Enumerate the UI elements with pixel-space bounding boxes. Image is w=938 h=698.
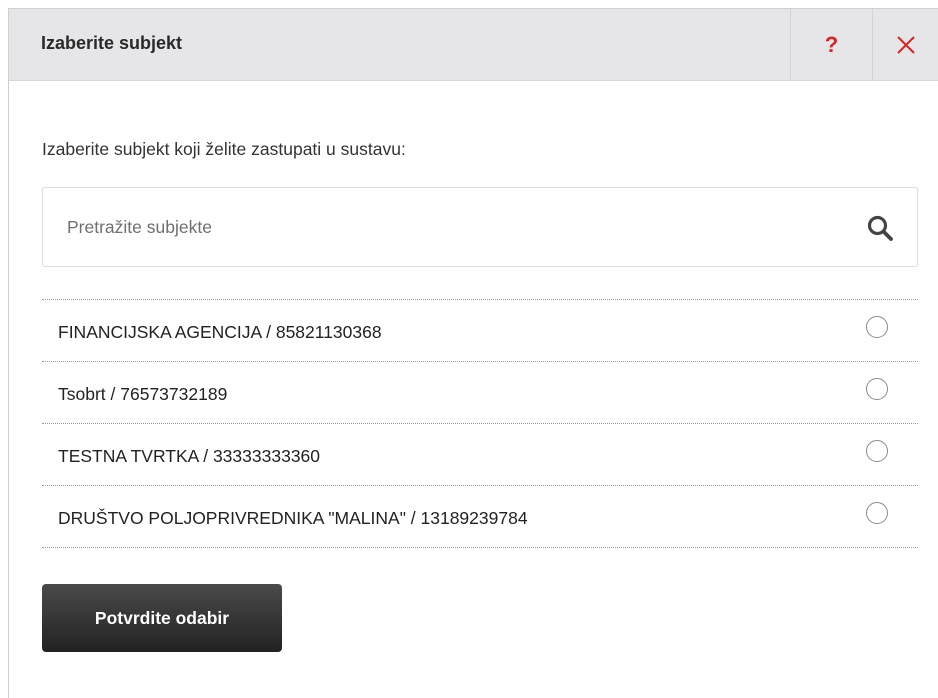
dialog-header: Izaberite subjekt ? (9, 9, 938, 81)
intro-text: Izaberite subjekt koji želite zastupati … (42, 139, 406, 159)
search-icon[interactable] (866, 214, 894, 242)
search-box (42, 187, 918, 267)
subject-radio[interactable] (866, 502, 888, 524)
close-icon (896, 36, 915, 54)
subject-radio[interactable] (866, 440, 888, 462)
subject-label: TESTNA TVRTKA / 33333333360 (58, 446, 321, 466)
subject-row-drustvo-poljoprivrednika[interactable]: DRUŠTVO POLJOPRIVREDNIKA "MALINA" / 1318… (42, 486, 918, 548)
subject-label: FINANCIJSKA AGENCIJA / 85821130368 (58, 322, 382, 342)
close-button[interactable] (872, 9, 938, 81)
select-subject-dialog: Izaberite subjekt ? Izaberite subjekt ko… (8, 8, 938, 698)
subject-radio[interactable] (866, 378, 888, 400)
search-input[interactable] (67, 188, 847, 266)
subject-row-tsobrt[interactable]: Tsobrt / 76573732189 (42, 362, 918, 424)
subject-label: Tsobrt / 76573732189 (58, 384, 228, 404)
subject-row-testna-tvrtka[interactable]: TESTNA TVRTKA / 33333333360 (42, 424, 918, 486)
confirm-selection-button[interactable]: Potvrdite odabir (42, 584, 282, 652)
subject-row-financijska-agencija[interactable]: FINANCIJSKA AGENCIJA / 85821130368 (42, 300, 918, 362)
dialog-title: Izaberite subjekt (41, 33, 183, 53)
subject-radio[interactable] (866, 316, 888, 338)
subject-list: FINANCIJSKA AGENCIJA / 85821130368 Tsobr… (42, 299, 918, 548)
help-button[interactable]: ? (790, 9, 872, 81)
subject-label: DRUŠTVO POLJOPRIVREDNIKA "MALINA" / 1318… (58, 508, 528, 528)
